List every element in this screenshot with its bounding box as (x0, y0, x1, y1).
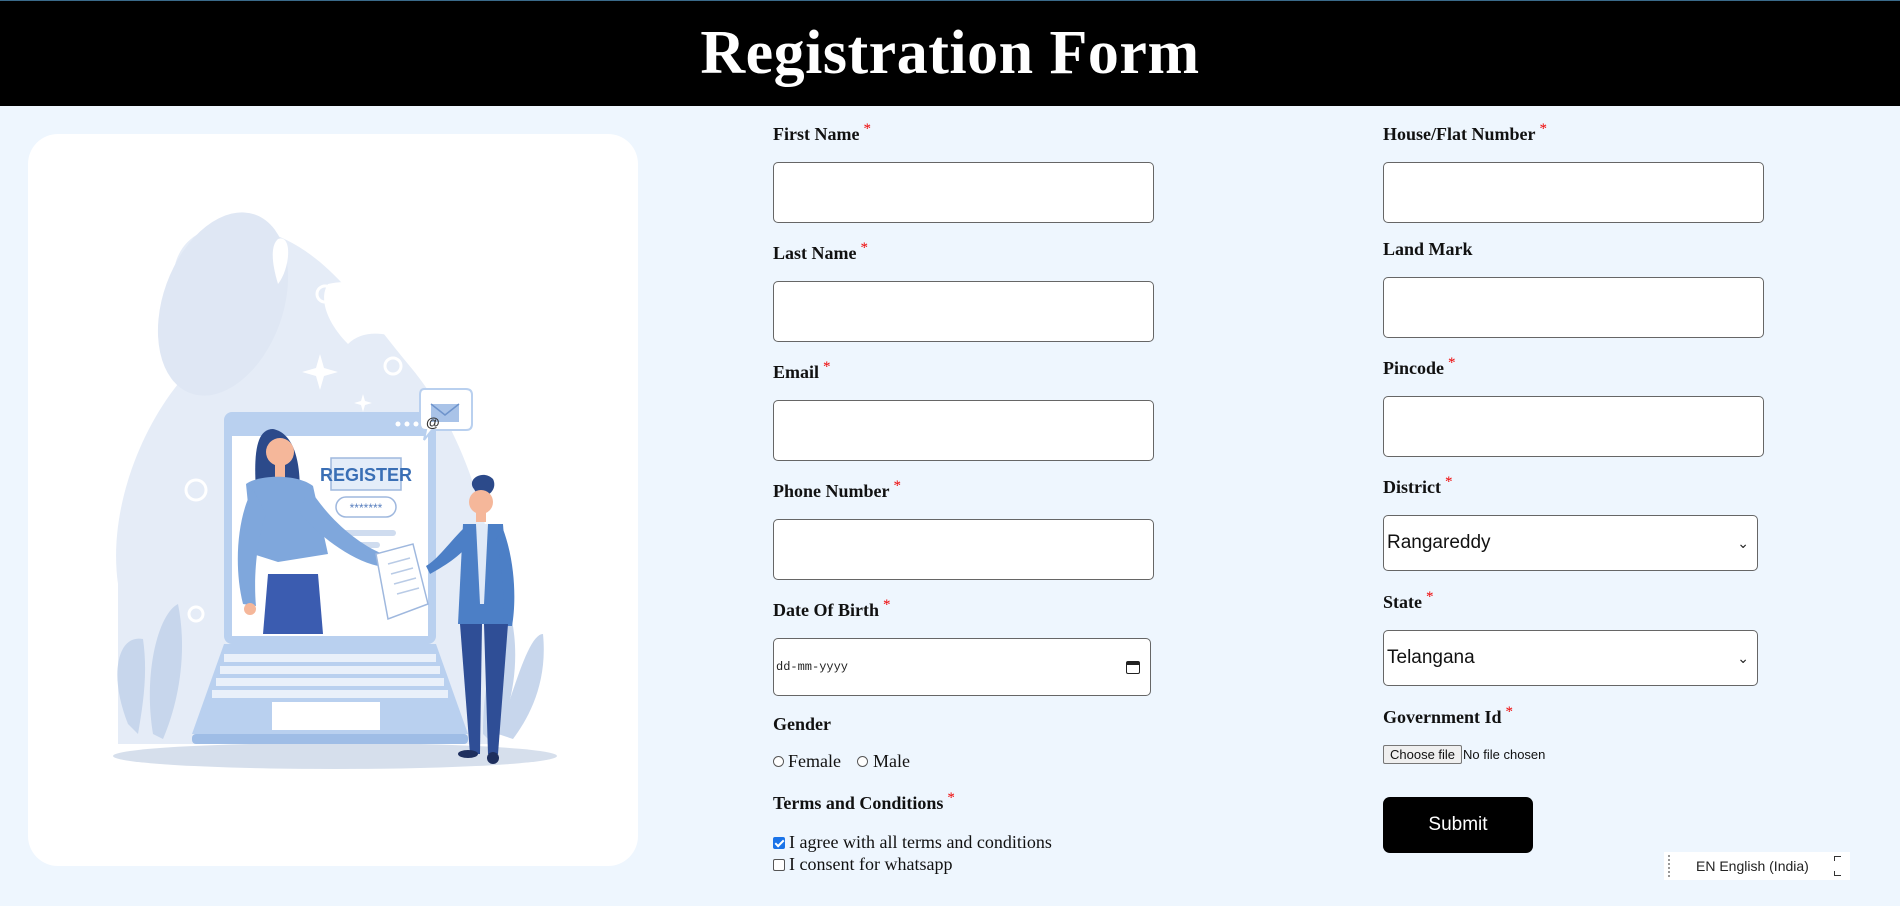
page-header: Registration Form (0, 0, 1900, 106)
house-label-text: House/Flat Number (1383, 124, 1536, 144)
first-name-label-text: First Name (773, 124, 860, 144)
first-name-label: First Name * (773, 121, 871, 145)
phone-input[interactable] (773, 519, 1154, 580)
gender-female-radio[interactable] (773, 756, 784, 767)
gender-female-label[interactable]: Female (788, 751, 841, 772)
state-label: State * (1383, 589, 1434, 613)
phone-label: Phone Number * (773, 478, 902, 502)
chevron-down-icon: ⌄ (1737, 534, 1749, 551)
language-label[interactable]: EN English (India) (1696, 858, 1809, 874)
phone-label-text: Phone Number (773, 481, 890, 501)
state-select[interactable]: Telangana ⌄ (1383, 630, 1758, 686)
district-label: District * (1383, 474, 1453, 498)
pincode-label: Pincode * (1383, 355, 1456, 379)
required-marker: * (1426, 589, 1434, 605)
required-marker: * (823, 359, 831, 375)
state-selected-value: Telangana (1387, 647, 1475, 668)
email-label-text: Email (773, 362, 820, 382)
registration-illustration: REGISTER ******* @ (113, 212, 557, 769)
required-marker: * (1539, 121, 1548, 137)
calendar-icon[interactable] (1126, 660, 1140, 674)
first-name-input[interactable] (773, 162, 1154, 223)
whatsapp-consent-checkbox[interactable] (773, 859, 785, 871)
dob-label-text: Date Of Birth (773, 600, 879, 620)
landmark-input[interactable] (1383, 277, 1764, 338)
email-symbol: @ (426, 414, 440, 430)
password-mask-text: ******* (350, 501, 383, 515)
chevron-down-icon: ⌄ (1737, 649, 1749, 666)
email-label: Email * (773, 359, 831, 383)
email-input[interactable] (773, 400, 1154, 461)
terms-label-text: Terms and Conditions (773, 793, 944, 813)
house-label: House/Flat Number * (1383, 121, 1548, 145)
required-marker: * (1444, 474, 1453, 490)
required-marker: * (863, 121, 871, 137)
pincode-input[interactable] (1383, 396, 1764, 457)
terms-agree-checkbox[interactable] (773, 837, 785, 849)
last-name-label: Last Name * (773, 240, 869, 264)
landmark-label: Land Mark (1383, 239, 1473, 259)
last-name-label-text: Last Name (773, 243, 857, 263)
required-marker: * (893, 478, 902, 494)
required-marker: * (882, 597, 891, 613)
dob-label: Date Of Birth * (773, 597, 891, 621)
gov-id-label-text: Government Id (1383, 707, 1502, 727)
language-bar[interactable]: EN English (India) (1664, 852, 1850, 880)
dob-placeholder: dd-mm-yyyy (776, 660, 849, 674)
illustration-card: REGISTER ******* @ (28, 134, 638, 866)
last-name-input[interactable] (773, 281, 1154, 342)
file-status-text: No file chosen (1463, 747, 1546, 762)
page-title: Registration Form (700, 19, 1200, 87)
required-marker: * (1448, 355, 1456, 371)
dob-input[interactable]: dd-mm-yyyy (773, 638, 1151, 696)
whatsapp-consent-label[interactable]: I consent for whatsapp (789, 854, 952, 875)
required-marker: * (947, 790, 955, 806)
gender-male-label[interactable]: Male (873, 751, 910, 772)
pincode-label-text: Pincode (1383, 358, 1444, 378)
state-label-text: State (1383, 592, 1422, 612)
submit-button[interactable]: Submit (1383, 797, 1533, 853)
district-label-text: District (1383, 477, 1441, 497)
gender-male-radio[interactable] (857, 756, 868, 767)
expand-icon[interactable] (1834, 856, 1844, 876)
required-marker: * (860, 240, 869, 256)
gov-id-label: Government Id * (1383, 704, 1514, 728)
district-select[interactable]: Rangareddy ⌄ (1383, 515, 1758, 571)
choose-file-button[interactable]: Choose file (1383, 745, 1463, 764)
required-marker: * (1505, 704, 1514, 720)
district-selected-value: Rangareddy (1387, 532, 1491, 553)
gender-label: Gender (773, 714, 831, 734)
register-badge-text: REGISTER (320, 465, 412, 485)
house-input[interactable] (1383, 162, 1764, 223)
drag-handle-icon[interactable] (1668, 855, 1670, 877)
terms-label: Terms and Conditions * (773, 790, 955, 814)
terms-agree-label[interactable]: I agree with all terms and conditions (789, 832, 1052, 853)
